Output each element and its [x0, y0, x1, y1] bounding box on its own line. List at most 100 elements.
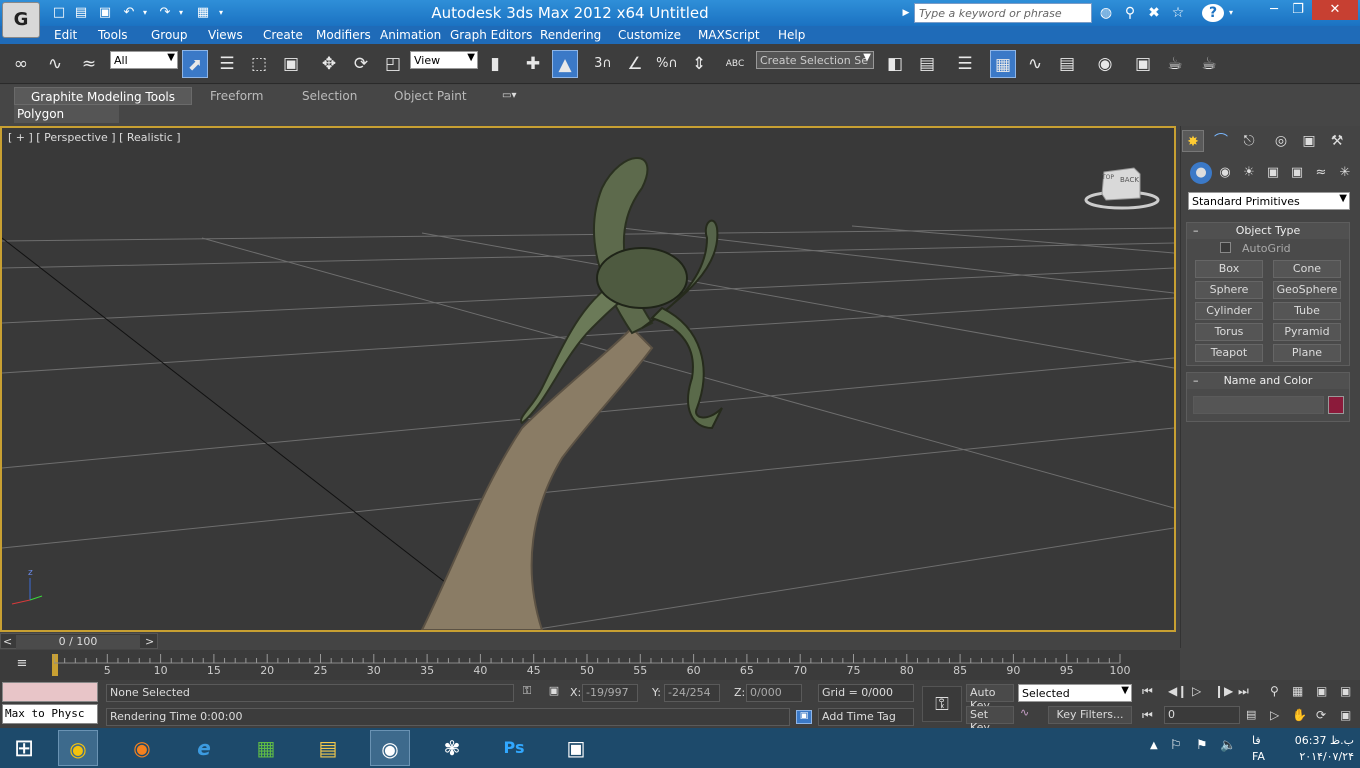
object-name-input[interactable]: [1193, 396, 1324, 414]
render-production-icon[interactable]: ☕: [1196, 50, 1222, 78]
zoom-all-icon[interactable]: ▦: [1292, 684, 1303, 698]
reference-coordinate-dropdown[interactable]: View ▼: [410, 51, 478, 69]
viewcube[interactable]: BACK TOP: [1084, 164, 1160, 210]
menu-maxscript[interactable]: MAXScript: [698, 27, 760, 43]
menu-tools[interactable]: Tools: [98, 27, 128, 43]
save-file-icon[interactable]: ▣: [96, 4, 114, 21]
time-slider-next-button[interactable]: >: [145, 635, 154, 648]
app-3d-icon[interactable]: ▣: [556, 730, 596, 766]
firefox-icon[interactable]: ◉: [122, 730, 162, 766]
maxscript-listener-top[interactable]: [2, 682, 98, 702]
previous-frame-icon[interactable]: ◀❙: [1168, 684, 1187, 698]
auto-key-button[interactable]: Auto Key: [966, 684, 1014, 712]
utilities-panel-icon[interactable]: ⚒: [1326, 130, 1348, 152]
zoom-extents-icon[interactable]: ▣: [1316, 684, 1327, 698]
cameras-icon[interactable]: ▣: [1262, 162, 1284, 184]
angle-snap-icon[interactable]: ∠: [622, 50, 648, 78]
menu-edit[interactable]: Edit: [54, 27, 77, 43]
set-key-button[interactable]: Set Key: [966, 706, 1014, 734]
select-object-icon[interactable]: ⬈: [182, 50, 208, 78]
help-search-input[interactable]: Type a keyword or phrase: [914, 3, 1092, 23]
pan-view-icon[interactable]: ✋: [1292, 708, 1307, 722]
show-hidden-icons[interactable]: ▲: [1150, 740, 1158, 751]
volume-icon[interactable]: 🔈: [1220, 738, 1236, 753]
selection-filter-dropdown[interactable]: All ▼: [110, 51, 178, 69]
time-configuration-icon[interactable]: ▤: [1246, 708, 1256, 721]
pivot-center-icon[interactable]: ▮: [482, 50, 508, 78]
helpers-icon[interactable]: ▣: [1286, 162, 1308, 184]
manipulate-icon[interactable]: ✚: [520, 50, 546, 78]
internet-explorer-icon[interactable]: e: [184, 730, 224, 766]
subscription-key-icon[interactable]: ⚲: [1120, 3, 1140, 23]
current-frame-input[interactable]: 0: [1164, 706, 1240, 724]
redo-dropdown-icon[interactable]: ▾: [176, 4, 186, 21]
sphere-button[interactable]: Sphere: [1195, 281, 1263, 299]
time-tag-icon[interactable]: ▣: [796, 710, 812, 724]
tab-object-paint[interactable]: Object Paint: [394, 87, 467, 105]
snaps-toggle-icon[interactable]: 3∩: [590, 50, 616, 78]
default-tangents-icon[interactable]: ∿: [1020, 706, 1029, 719]
menu-animation[interactable]: Animation: [380, 27, 441, 43]
selection-lock-icon[interactable]: ⚿: [520, 684, 534, 698]
spinner-snap-icon[interactable]: ⇕: [686, 50, 712, 78]
help-icon[interactable]: ?: [1202, 4, 1224, 22]
redo-icon[interactable]: ↷: [156, 4, 174, 21]
project-folder-icon[interactable]: ▦: [194, 4, 212, 21]
maximize-viewport-icon[interactable]: ▣: [1340, 708, 1351, 722]
binoculars-icon[interactable]: ◍: [1096, 3, 1116, 23]
start-windows-icon[interactable]: ⊞: [4, 730, 44, 766]
torus-button[interactable]: Torus: [1195, 323, 1263, 341]
material-editor-icon[interactable]: ◉: [1092, 50, 1118, 78]
play-icon[interactable]: ▷: [1192, 684, 1201, 698]
maxscript-mini-listener[interactable]: Max to Physc: [2, 704, 98, 724]
align-icon[interactable]: ▤: [914, 50, 940, 78]
field-of-view-icon[interactable]: ▷: [1270, 708, 1279, 722]
photoshop-icon[interactable]: Ps: [494, 730, 534, 766]
render-setup-icon[interactable]: ▣: [1130, 50, 1156, 78]
lights-icon[interactable]: ☀: [1238, 162, 1260, 184]
tube-button[interactable]: Tube: [1273, 302, 1341, 320]
modify-panel-icon[interactable]: ⌒: [1210, 130, 1232, 152]
ribbon-options-icon[interactable]: ▭▾: [502, 87, 516, 105]
minimize-button[interactable]: ─: [1262, 0, 1286, 20]
named-selection-set-dropdown[interactable]: Create Selection Se ▼: [756, 51, 874, 69]
rectangular-selection-icon[interactable]: ⬚: [246, 50, 272, 78]
viewport-label[interactable]: [ + ] [ Perspective ] [ Realistic ]: [8, 131, 181, 144]
cone-button[interactable]: Cone: [1273, 260, 1341, 278]
hierarchy-panel-icon[interactable]: ⎋: [1238, 130, 1260, 152]
maximize-button[interactable]: ❐: [1286, 0, 1310, 20]
bind-space-warp-icon[interactable]: ≈: [76, 50, 102, 78]
menu-modifiers[interactable]: Modifiers: [316, 27, 371, 43]
link-icon[interactable]: ∞: [8, 50, 34, 78]
next-frame-icon[interactable]: ❙▶: [1214, 684, 1233, 698]
move-icon[interactable]: ✥: [316, 50, 342, 78]
tab-graphite-modeling-tools[interactable]: Graphite Modeling Tools: [14, 87, 192, 105]
teapot-button[interactable]: Teapot: [1195, 344, 1263, 362]
curve-editor-icon[interactable]: ∿: [1022, 50, 1048, 78]
x-coordinate-input[interactable]: -19/997: [582, 684, 638, 702]
menu-customize[interactable]: Customize: [618, 27, 681, 43]
mini-curve-editor-icon[interactable]: ≡: [12, 656, 32, 674]
search-expand-icon[interactable]: ▶: [900, 3, 912, 23]
zoom-extents-all-icon[interactable]: ▣: [1340, 684, 1351, 698]
space-warps-icon[interactable]: ≈: [1310, 162, 1332, 184]
tree-model[interactable]: [420, 157, 723, 630]
object-type-header[interactable]: – Object Type: [1187, 223, 1349, 239]
key-mode-toggle-icon[interactable]: ⏮: [1142, 708, 1153, 723]
object-color-swatch[interactable]: [1328, 396, 1344, 414]
file-explorer-icon[interactable]: ▤: [308, 730, 348, 766]
key-mode-dropdown[interactable]: Selected ▼: [1018, 684, 1132, 702]
layer-manager-icon[interactable]: ☰: [952, 50, 978, 78]
set-keys-key-icon[interactable]: ⚿: [922, 686, 962, 722]
pyramid-button[interactable]: Pyramid: [1273, 323, 1341, 341]
input-language[interactable]: FA: [1252, 750, 1265, 763]
app-feather-icon[interactable]: ✾: [432, 730, 472, 766]
create-panel-icon[interactable]: ✸: [1182, 130, 1204, 152]
3ds-max-taskbar-icon[interactable]: ◉: [370, 730, 410, 766]
network-error-icon[interactable]: ⚐: [1170, 738, 1182, 753]
open-file-icon[interactable]: ▤: [72, 4, 90, 21]
zoom-icon[interactable]: ⚲: [1270, 684, 1279, 698]
window-crossing-icon[interactable]: ▣: [278, 50, 304, 78]
help-dropdown-icon[interactable]: ▾: [1226, 3, 1236, 23]
store-icon[interactable]: ▦: [246, 730, 286, 766]
